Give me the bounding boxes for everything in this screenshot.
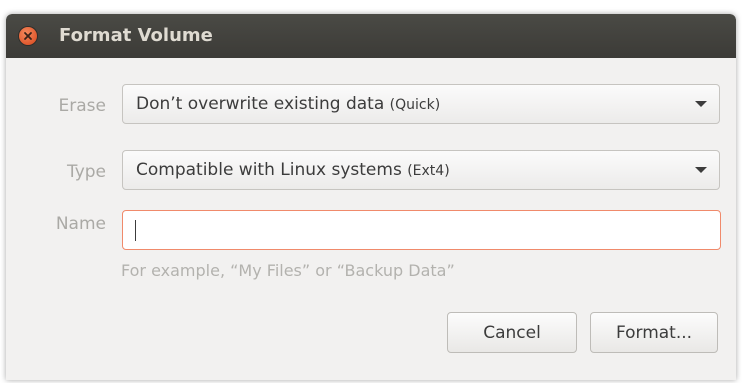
chevron-down-icon xyxy=(695,101,707,107)
text-cursor xyxy=(135,220,136,241)
chevron-down-icon xyxy=(695,167,707,173)
erase-selected-value: Don’t overwrite existing data (Quick) xyxy=(136,94,441,114)
close-button[interactable] xyxy=(19,27,37,45)
format-volume-dialog: Format Volume Erase Don’t overwrite exis… xyxy=(6,14,736,380)
name-example-hint: For example, “My Files” or “Backup Data” xyxy=(121,261,455,280)
type-dropdown[interactable]: Compatible with Linux systems (Ext4) xyxy=(122,150,720,190)
erase-label: Erase xyxy=(58,96,106,116)
dialog-title: Format Volume xyxy=(59,25,213,46)
erase-dropdown[interactable]: Don’t overwrite existing data (Quick) xyxy=(122,84,720,124)
cancel-button[interactable]: Cancel xyxy=(447,312,577,353)
close-icon xyxy=(24,32,32,40)
type-label: Type xyxy=(66,162,106,182)
type-selected-value: Compatible with Linux systems (Ext4) xyxy=(136,160,450,180)
format-button[interactable]: Format... xyxy=(590,312,718,353)
name-input[interactable] xyxy=(122,210,721,250)
title-bar: Format Volume xyxy=(6,14,736,58)
name-label: Name xyxy=(55,214,106,234)
